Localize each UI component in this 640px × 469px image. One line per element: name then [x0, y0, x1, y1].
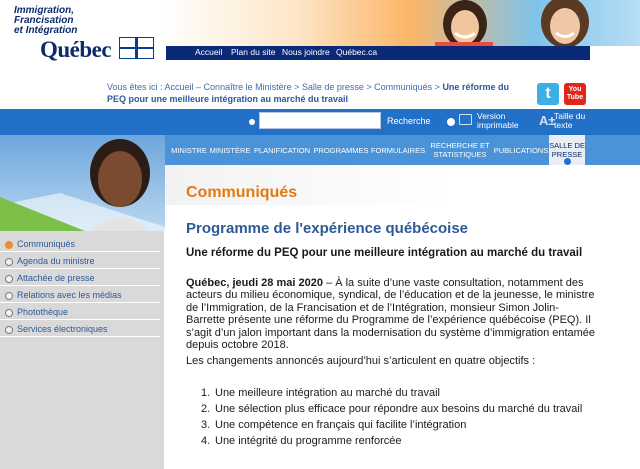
breadcrumb: Vous êtes ici : Accueil – Connaître le M… [107, 81, 527, 105]
nav-accueil[interactable]: Accueil [195, 47, 222, 57]
sidebar-item-label: Communiqués [17, 239, 76, 249]
menu-ministre[interactable]: MINISTRE [170, 135, 208, 165]
quebec-flag-icon [119, 37, 154, 59]
dateline: Québec, jeudi 28 mai 2020 [186, 277, 323, 289]
child-photo-2 [541, 0, 589, 46]
printer-icon[interactable] [459, 114, 472, 125]
twitter-icon[interactable]: t [537, 83, 559, 105]
ministry-name: Immigration, Francisation et Intégration [14, 6, 77, 36]
sidebar-item-label: Services électroniques [17, 324, 108, 334]
ministry-line-3: et Intégration [14, 25, 78, 36]
text-size-link[interactable]: Taille du texte [554, 112, 594, 130]
menu-formulaires[interactable]: FORMULAIRES [370, 135, 426, 165]
breadcrumb-path[interactable]: Vous êtes ici : Accueil – Connaître le M… [107, 82, 442, 92]
sidebar-item-agenda[interactable]: Agenda du ministre [0, 253, 160, 269]
program-title: Programme de l'expérience québécoise [186, 220, 469, 237]
list-item: 4. Une intégrité du programme renforcée [201, 434, 402, 447]
objective-text: Une intégrité du programme renforcée [215, 434, 402, 447]
sidebar-item-label: Agenda du ministre [17, 256, 95, 266]
nav-quebec-ca[interactable]: Québec.ca [336, 47, 377, 57]
sidebar-item-attachee[interactable]: Attachée de presse [0, 270, 160, 286]
active-indicator-icon [564, 158, 571, 165]
objectives-list: 1. Une meilleure intégration au marché du… [201, 387, 601, 451]
search-button[interactable]: Recherche [387, 116, 431, 126]
list-item: 3. Une compétence en français qui facilit… [201, 418, 467, 431]
bullet-icon [447, 118, 455, 126]
objectives-intro: Les changements annoncés aujourd’hui s’a… [186, 355, 536, 367]
bullet-icon [249, 119, 255, 125]
child-photo-1 [435, 0, 493, 46]
sidebar-menu: Communiqués Agenda du ministre Attachée … [0, 231, 164, 469]
nav-nous-joindre[interactable]: Nous joindre [282, 47, 330, 57]
search-input[interactable] [259, 112, 381, 129]
list-item: 2. Une sélection plus efficace pour répon… [201, 402, 583, 415]
menu-planification[interactable]: PLANIFICATION [252, 135, 312, 165]
press-release-subtitle: Une réforme du PEQ pour une meilleure in… [186, 247, 583, 259]
top-navigation: Accueil Plan du site Nous joindre Québec… [166, 46, 590, 60]
press-release-intro: Québec, jeudi 28 mai 2020 – À la suite d… [186, 277, 596, 351]
sidebar-item-phototheque[interactable]: Photothèque [0, 304, 160, 320]
sidebar-item-label: Relations avec les médias [17, 290, 122, 300]
site-header: Immigration, Francisation et Intégration… [0, 0, 640, 62]
print-version-link[interactable]: Version imprimable [477, 112, 527, 130]
sidebar-item-services[interactable]: Services électroniques [0, 321, 160, 337]
menu-programmes[interactable]: PROGRAMMES [314, 135, 369, 165]
menu-recherche-statistiques[interactable]: RECHERCHE ET STATISTIQUES [428, 135, 492, 165]
nav-plan-du-site[interactable]: Plan du site [231, 47, 275, 57]
side-photo [0, 135, 165, 231]
sidebar-item-label: Photothèque [17, 307, 69, 317]
objective-text: Une compétence en français qui facilite … [215, 418, 467, 431]
section-title: Communiqués [186, 184, 298, 201]
list-item: 1. Une meilleure intégration au marché du… [201, 387, 441, 399]
sidebar-item-relations-medias[interactable]: Relations avec les médias [0, 287, 160, 303]
sidebar-item-communiques[interactable]: Communiqués [0, 236, 160, 252]
youtube-icon[interactable]: You Tube [564, 83, 586, 105]
quebec-logo-text[interactable]: Québec [40, 37, 112, 63]
sidebar-item-label: Attachée de presse [17, 273, 95, 283]
menu-publications[interactable]: PUBLICATIONS [494, 135, 548, 165]
menu-ministere[interactable]: MINISTÈRE [210, 135, 251, 165]
objective-text: Une sélection plus efficace pour répondr… [215, 402, 583, 415]
objective-text: Une meilleure intégration au marché du t… [215, 387, 441, 399]
